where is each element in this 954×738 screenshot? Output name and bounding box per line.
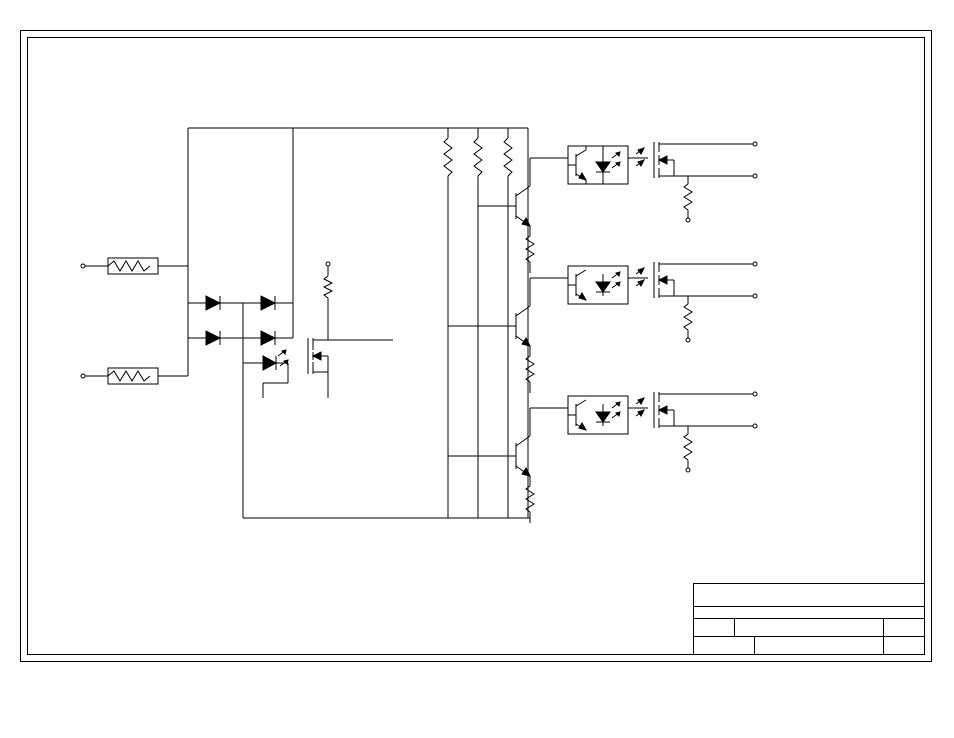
titleblock-title — [694, 584, 924, 606]
diode-D3 — [243, 296, 293, 310]
diode-D4 — [243, 331, 293, 345]
schematic — [28, 38, 926, 656]
opto-input — [243, 338, 288, 398]
drawing-sheet-outer — [20, 30, 932, 662]
titleblock-daterow — [694, 636, 924, 654]
channel-1 — [478, 142, 757, 273]
channel-2 — [448, 262, 757, 393]
title-block — [693, 583, 924, 654]
drawing-sheet-inner — [27, 37, 925, 655]
fuse-top — [81, 258, 188, 274]
diode-D2 — [188, 331, 243, 345]
titleblock-docrow — [694, 618, 924, 637]
bus-resistors — [444, 128, 512, 478]
fuse-bottom — [81, 368, 188, 384]
mosfet-input — [308, 262, 393, 398]
channel-3 — [448, 392, 757, 523]
diode-D1 — [188, 296, 243, 310]
